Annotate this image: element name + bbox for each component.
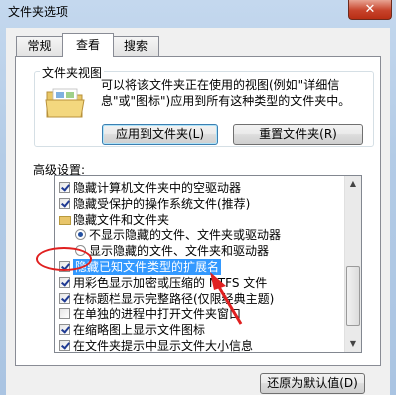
setting-label: 隐藏计算机文件夹中的空驱动器 [73, 181, 242, 195]
restore-defaults-button[interactable]: 还原为默认值(D) [260, 373, 365, 394]
tab-view[interactable]: 查看 [62, 33, 114, 57]
folder-views-title: 文件夹视图 [40, 64, 105, 81]
setting-label: 隐藏受保护的操作系统文件(推荐) [73, 196, 251, 211]
close-icon: ✕ [364, 2, 376, 17]
folder-icon [45, 88, 85, 118]
tab-search[interactable]: 搜索 [113, 36, 159, 56]
window-title: 文件夹选项 [8, 5, 69, 19]
checkbox[interactable] [59, 308, 70, 320]
highlight-circle-annotation [36, 247, 92, 271]
tab-general[interactable]: 常规 [16, 36, 63, 56]
checkbox[interactable] [59, 182, 70, 193]
reset-folders-button[interactable]: 重置文件夹(R) [233, 124, 363, 145]
checkbox[interactable] [59, 276, 70, 288]
setting-label: 不显示隐藏的文件、文件夹或驱动器 [89, 228, 282, 243]
arrow-annotation-icon [210, 272, 243, 325]
scroll-thumb[interactable] [346, 266, 360, 326]
radio-button[interactable] [75, 229, 86, 241]
checkbox[interactable] [59, 197, 70, 209]
folder-icon [59, 215, 71, 225]
checkbox[interactable] [59, 340, 70, 351]
checkbox[interactable] [59, 292, 70, 304]
scroll-up-icon[interactable]: ▲ [345, 176, 361, 192]
folder-views-description: 可以将该文件夹正在使用的视图(例如"详细信息"或"图标")应用到所有这种类型的文… [101, 78, 351, 108]
apply-to-folders-button[interactable]: 应用到文件夹(L) [102, 124, 218, 145]
vertical-scrollbar[interactable]: ▲ ▼ [344, 176, 361, 352]
setting-label: 显示隐藏的文件、文件夹和驱动器 [89, 244, 270, 259]
setting-label: 隐藏文件和文件夹 [73, 212, 170, 227]
checkbox[interactable] [59, 324, 70, 336]
setting-label: 在缩略图上显示文件图标 [73, 323, 206, 338]
close-button[interactable]: ✕ [348, 0, 392, 20]
scroll-down-icon[interactable]: ▼ [345, 336, 361, 352]
